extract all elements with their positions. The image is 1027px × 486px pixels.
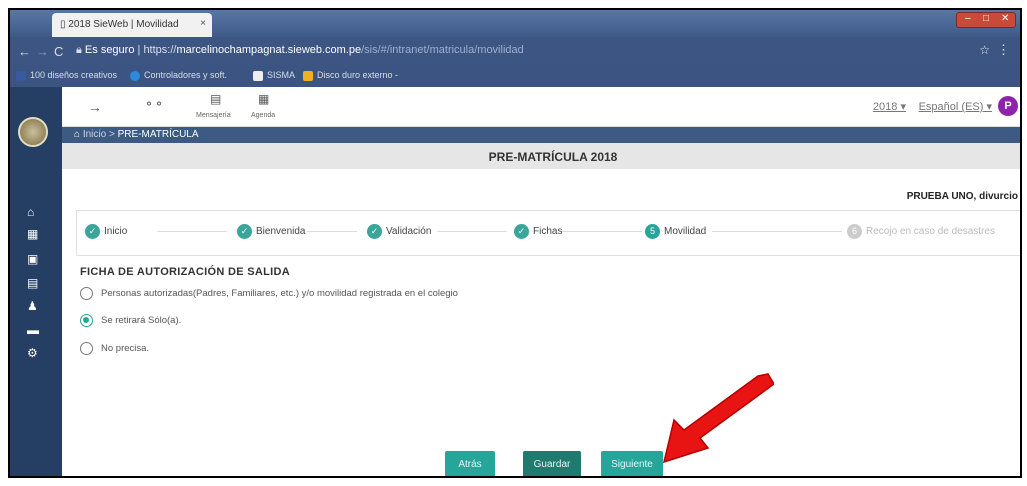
home-icon[interactable]: ⌂: [74, 129, 80, 140]
toolbar-label-agenda[interactable]: Agenda: [251, 112, 275, 119]
check-icon: ✓: [237, 224, 252, 239]
step-movilidad[interactable]: 5 Movilidad: [645, 224, 706, 239]
step-connector: [437, 231, 507, 232]
arrow-right-icon[interactable]: →: [88, 99, 102, 115]
avatar[interactable]: P: [998, 96, 1018, 116]
bookmark-item[interactable]: 100 diseños creativos: [16, 70, 117, 81]
page-title: PRE-MATRÍCULA 2018: [488, 150, 618, 164]
step-connector: [562, 231, 642, 232]
step-validacion[interactable]: ✓ Validación: [367, 224, 431, 239]
maximize-icon[interactable]: □: [983, 13, 989, 24]
radio-button[interactable]: [80, 314, 93, 327]
lock-icon: 🔒︎: [76, 44, 85, 56]
message-icon[interactable]: ▤: [210, 92, 221, 106]
page-icon: [253, 70, 263, 81]
browser-menu-icon[interactable]: ⋮: [997, 42, 1010, 58]
breadcrumb-separator: >: [108, 129, 115, 140]
url-host: marcelinochampagnat.sieweb.com.pe: [176, 44, 362, 56]
step-recojo: 6 Recojo en caso de desastres: [847, 224, 995, 239]
next-button[interactable]: Siguiente: [601, 451, 663, 476]
calendar-icon[interactable]: ▦: [258, 92, 269, 106]
step-connector: [712, 231, 842, 232]
back-button[interactable]: Atrás: [445, 451, 495, 476]
radio-option-none[interactable]: No precisa.: [80, 342, 149, 355]
breadcrumb-current: PRE-MATRÍCULA: [117, 129, 199, 140]
radio-button[interactable]: [80, 342, 93, 355]
step-connector: [157, 231, 227, 232]
tab-title: 2018 SieWeb | Movilidad: [68, 19, 179, 30]
breadcrumb-home[interactable]: Inicio: [83, 129, 106, 140]
drive-icon: [303, 70, 313, 81]
bookmark-icon: [16, 70, 26, 81]
radio-button[interactable]: [80, 287, 93, 300]
step-bienvenida[interactable]: ✓ Bienvenida: [237, 224, 305, 239]
payment-icon[interactable]: ▬: [27, 323, 39, 337]
radio-option-authorized[interactable]: Personas autorizadas(Padres, Familiares,…: [80, 287, 458, 300]
url-scheme: https://: [143, 44, 177, 56]
close-window-icon[interactable]: ✕: [1001, 13, 1009, 24]
annotation-arrow-icon: [662, 373, 774, 464]
minimize-icon[interactable]: –: [965, 13, 971, 24]
bookmark-item[interactable]: SISMA: [253, 70, 295, 81]
screenshot-frame: ▯ 2018 SieWeb | Movilidad × – □ ✕ ← → C …: [8, 8, 1022, 478]
calendar-icon[interactable]: ▦: [27, 227, 38, 241]
tab-close-icon[interactable]: ×: [200, 18, 206, 29]
bookmark-star-icon[interactable]: ☆: [979, 43, 990, 57]
step-number: 6: [847, 224, 862, 239]
bookmark-item[interactable]: Disco duro externo -: [303, 70, 398, 81]
graduate-icon[interactable]: ♟: [27, 299, 38, 313]
secure-label: Es seguro: [84, 44, 135, 56]
breadcrumb: ⌂ Inicio > PRE-MATRÍCULA: [62, 127, 1020, 143]
year-select[interactable]: 2018 ▾: [873, 100, 906, 113]
main-content: PRE-MATRÍCULA 2018 PRUEBA UNO, divurcio …: [62, 143, 1020, 476]
school-logo: [18, 117, 48, 147]
url-path: /sis/#/intranet/matricula/movilidad: [361, 44, 524, 56]
reload-icon[interactable]: C: [54, 44, 63, 59]
chevron-down-icon: ▾: [900, 101, 906, 113]
back-icon[interactable]: ←: [18, 44, 31, 59]
check-icon: ✓: [85, 224, 100, 239]
app-sidebar: ⌂ ▦ ▣ ▤ ♟ ▬ ⚙: [10, 87, 62, 476]
bus-icon[interactable]: ⚙: [27, 346, 38, 360]
app-toolbar: → ⚬⚬ ▤ Mensajería ▦ Agenda 2018 ▾ Españo…: [62, 87, 1020, 127]
browser-address-bar: ← → C 🔒︎ Es seguro | https://marcelinoch…: [10, 37, 1020, 65]
section-title: FICHA DE AUTORIZACIÓN DE SALIDA: [80, 266, 290, 278]
bookmark-item[interactable]: Controladores y soft.: [130, 70, 227, 81]
bookmarks-bar: 100 diseños creativos Controladores y so…: [10, 65, 1020, 87]
step-fichas[interactable]: ✓ Fichas: [514, 224, 562, 239]
window-controls[interactable]: – □ ✕: [956, 12, 1016, 28]
browser-tab[interactable]: ▯ 2018 SieWeb | Movilidad ×: [52, 13, 212, 37]
page-title-bar: PRE-MATRÍCULA 2018: [62, 143, 1020, 169]
wizard-stepper: ✓ Inicio ✓ Bienvenida ✓ Validación ✓ Fichas …: [76, 210, 1020, 256]
chevron-down-icon: ▾: [986, 101, 992, 113]
hierarchy-icon[interactable]: ⚬⚬: [144, 97, 164, 111]
step-connector: [307, 231, 357, 232]
id-card-icon[interactable]: ▤: [27, 276, 38, 290]
toolbar-label-messages[interactable]: Mensajería: [196, 112, 231, 119]
globe-icon: [130, 70, 140, 81]
print-icon[interactable]: ▣: [27, 252, 38, 266]
check-icon: ✓: [367, 224, 382, 239]
radio-option-alone[interactable]: Se retirará Sólo(a).: [80, 314, 181, 327]
url-input[interactable]: 🔒︎ Es seguro | https://marcelinochampagn…: [70, 41, 970, 61]
browser-titlebar: ▯ 2018 SieWeb | Movilidad × – □ ✕: [10, 10, 1020, 37]
home-icon[interactable]: ⌂: [27, 205, 34, 219]
forward-icon[interactable]: →: [36, 44, 49, 59]
step-inicio[interactable]: ✓ Inicio: [85, 224, 127, 239]
check-icon: ✓: [514, 224, 529, 239]
step-number: 5: [645, 224, 660, 239]
student-name: PRUEBA UNO, divurcio: [906, 191, 1018, 202]
save-button[interactable]: Guardar: [523, 451, 581, 476]
language-select[interactable]: Español (ES) ▾: [919, 100, 992, 113]
